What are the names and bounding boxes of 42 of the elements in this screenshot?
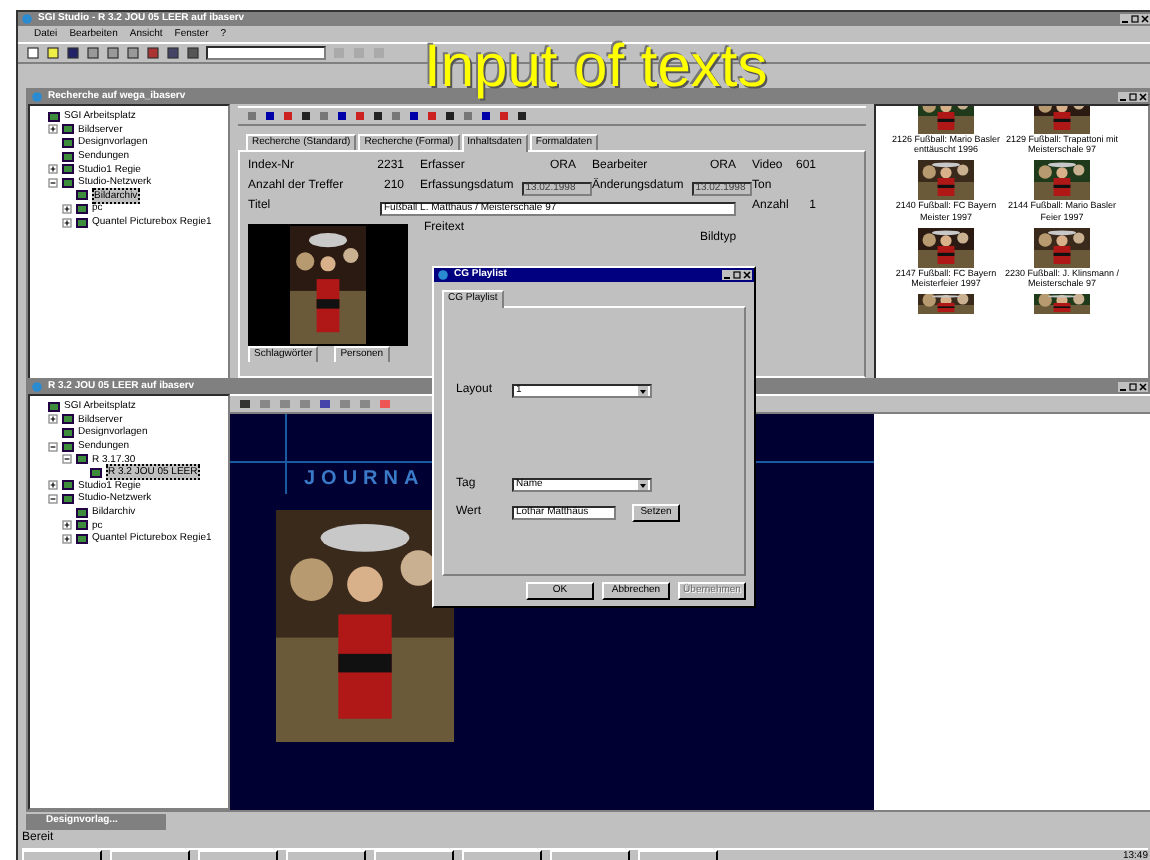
app-icon — [20, 14, 34, 24]
expand-icon[interactable] — [62, 533, 72, 544]
close-button[interactable] — [1138, 382, 1148, 392]
node-icon — [76, 217, 88, 228]
taskbar-button[interactable] — [198, 850, 278, 860]
expand-icon[interactable] — [62, 217, 72, 228]
taskbar-button[interactable] — [638, 850, 718, 860]
taskbar-button[interactable] — [550, 850, 630, 860]
collapse-icon[interactable] — [62, 454, 72, 465]
expand-icon[interactable] — [48, 164, 58, 175]
dropdown-arrow-icon[interactable] — [638, 480, 648, 491]
taskbar-button[interactable] — [462, 850, 542, 860]
collapse-icon[interactable] — [48, 493, 58, 504]
app-icon — [30, 382, 44, 392]
toolbar-combo[interactable] — [206, 46, 326, 60]
collapse-icon[interactable] — [48, 441, 58, 452]
expand-icon[interactable] — [62, 203, 72, 214]
canvas-heading: JOURNA — [304, 468, 425, 492]
close-button[interactable] — [1138, 92, 1148, 102]
app-icon — [30, 92, 44, 102]
close-button[interactable] — [1140, 14, 1150, 24]
taskbar-button[interactable] — [286, 850, 366, 860]
collapse-icon[interactable] — [48, 177, 58, 188]
taskbar-button[interactable] — [110, 850, 190, 860]
maximize-button[interactable] — [1128, 92, 1138, 102]
minimize-button[interactable] — [722, 270, 732, 280]
expand-icon[interactable] — [48, 480, 58, 491]
taskbar-button[interactable] — [374, 850, 454, 860]
taskbar-button[interactable] — [22, 850, 102, 860]
maximize-button[interactable] — [1128, 382, 1138, 392]
maximize-button[interactable] — [1130, 14, 1140, 24]
app-icon — [436, 270, 450, 280]
expand-icon[interactable] — [48, 414, 58, 425]
maximize-button[interactable] — [732, 270, 742, 280]
slide-title: Input of texts — [424, 38, 768, 98]
dropdown-arrow-icon[interactable] — [638, 386, 648, 397]
expand-icon[interactable] — [48, 124, 58, 135]
minimize-button[interactable] — [1120, 14, 1130, 24]
close-button[interactable] — [742, 270, 752, 280]
minimize-button[interactable] — [1118, 92, 1128, 102]
minimize-button[interactable] — [1118, 382, 1128, 392]
expand-icon[interactable] — [62, 520, 72, 531]
